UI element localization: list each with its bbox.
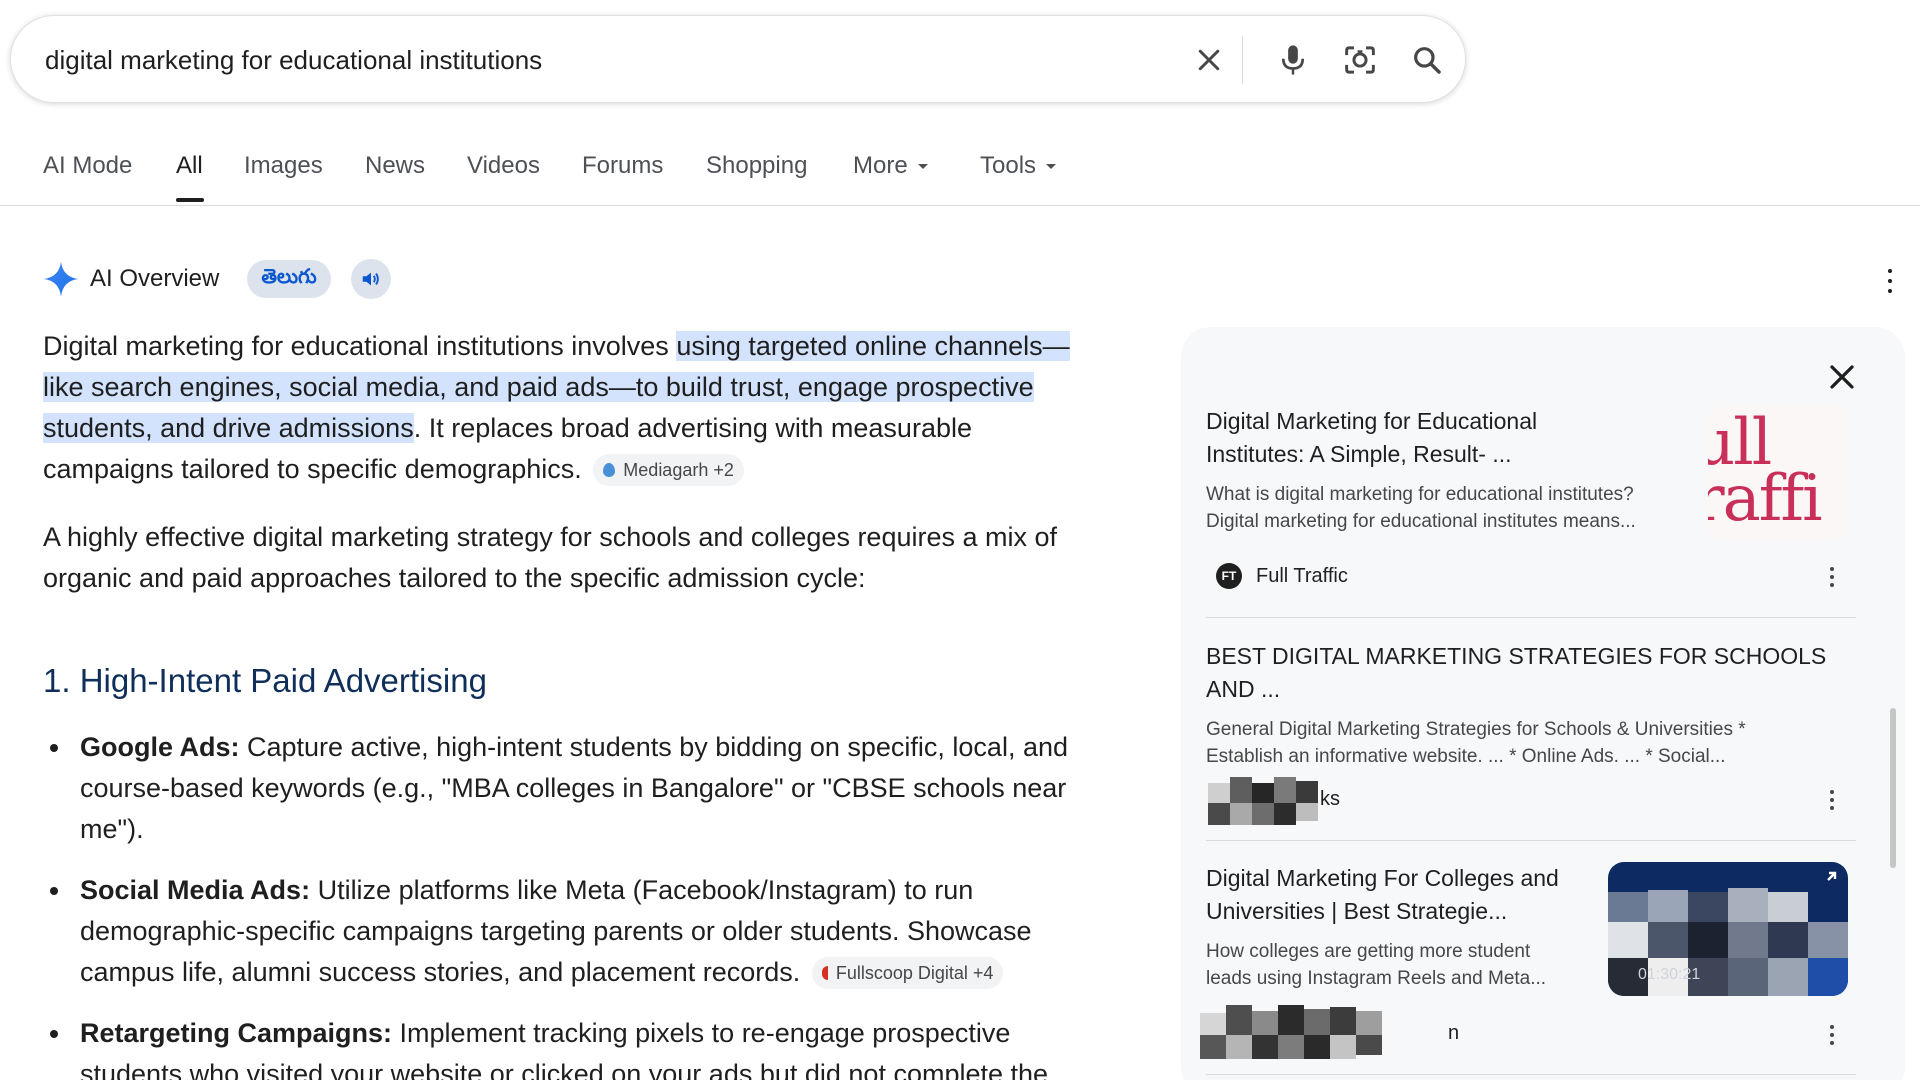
- overview-paragraph-2: A highly effective digital marketing str…: [43, 522, 1058, 593]
- source-card[interactable]: BEST DIGITAL MARKETING STRATEGIES FOR SC…: [1206, 640, 1856, 770]
- source-favicon-icon: [821, 966, 828, 980]
- language-chip[interactable]: తెలుగు: [247, 260, 331, 298]
- speaker-icon: [362, 272, 379, 286]
- more-vert-icon-dot: [1830, 798, 1834, 802]
- tab-all[interactable]: All: [176, 152, 203, 180]
- paragraph-lead: Digital marketing for educational instit…: [43, 331, 677, 361]
- more-vert-icon-dot: [1888, 279, 1892, 283]
- source-name: ks: [1320, 788, 1340, 810]
- tab-more[interactable]: More: [853, 152, 928, 180]
- search-bar: digital marketing for educational instit…: [10, 15, 1466, 103]
- overview-paragraph-1: Digital marketing for educational instit…: [43, 326, 1103, 490]
- expand-icon: [1827, 871, 1837, 881]
- list-item-label: Retargeting Campaigns:: [80, 1018, 393, 1048]
- card-divider: [1206, 617, 1856, 618]
- citation-label: Fullscoop Digital +4: [835, 963, 994, 983]
- source-attribution[interactable]: FT Full Traffic: [1216, 563, 1348, 589]
- clear-search-button[interactable]: [1187, 38, 1231, 82]
- tab-images[interactable]: Images: [244, 152, 323, 180]
- more-vert-icon-dot: [1830, 1033, 1834, 1037]
- listen-button[interactable]: [350, 259, 391, 299]
- source-title[interactable]: Digital Marketing for Educational Instit…: [1206, 405, 1606, 471]
- citation-chip[interactable]: Fullscoop Digital +4: [811, 957, 1004, 989]
- citation-chip[interactable]: Mediagarh +2: [593, 454, 744, 486]
- active-tab-indicator: [176, 198, 204, 202]
- thumbnail-logo-text: ull raffi: [1708, 406, 1823, 536]
- card-divider: [1206, 840, 1856, 841]
- source-options-button[interactable]: [1820, 1022, 1844, 1048]
- tab-videos[interactable]: Videos: [467, 152, 540, 180]
- list-item-label: Google Ads:: [80, 732, 240, 762]
- close-panel-button[interactable]: [1820, 355, 1864, 399]
- more-vert-icon-dot: [1830, 583, 1834, 587]
- source-title[interactable]: Digital Marketing For Colleges and Unive…: [1206, 862, 1586, 928]
- source-options-button[interactable]: [1820, 787, 1844, 813]
- search-button[interactable]: [1405, 38, 1449, 82]
- tab-news[interactable]: News: [365, 152, 425, 180]
- image-search-button[interactable]: [1338, 38, 1382, 82]
- search-input[interactable]: digital marketing for educational instit…: [45, 16, 542, 104]
- source-options-button[interactable]: [1820, 564, 1844, 590]
- ai-overview-body: Digital marketing for educational instit…: [43, 326, 1103, 1080]
- blurred-source-logo: [1190, 1005, 1470, 1063]
- chevron-down-icon: [917, 164, 928, 170]
- tab-shopping[interactable]: Shopping: [706, 152, 807, 180]
- list-item-label: Social Media Ads:: [80, 875, 311, 905]
- search-tabs: AI Mode All Images News Videos Forums Sh…: [0, 140, 1920, 206]
- tab-tools[interactable]: Tools: [980, 152, 1057, 180]
- more-vert-icon: [1830, 1025, 1834, 1029]
- tab-tools-label: Tools: [980, 152, 1037, 179]
- ai-overview-header: AI Overview తెలుగు: [42, 258, 391, 300]
- citation-label: Mediagarh +2: [623, 460, 734, 480]
- source-snippet: General Digital Marketing Strategies for…: [1206, 719, 1746, 767]
- more-vert-icon-dot: [1830, 806, 1834, 810]
- more-vert-icon: [1830, 567, 1834, 571]
- more-options-button[interactable]: [1878, 266, 1902, 296]
- list-item: Retargeting Campaigns: Implement trackin…: [43, 1013, 1103, 1080]
- voice-search-button[interactable]: [1271, 38, 1315, 82]
- camera-lens-icon: [1345, 46, 1375, 74]
- tab-forums[interactable]: Forums: [582, 152, 663, 180]
- more-vert-icon-dot: [1830, 575, 1834, 579]
- source-snippet: What is digital marketing for educationa…: [1206, 484, 1636, 532]
- source-attribution[interactable]: ks: [1320, 788, 1340, 811]
- chevron-down-icon: [1046, 164, 1057, 170]
- search-icon: [1414, 47, 1441, 74]
- panel-scrollbar[interactable]: [1890, 708, 1896, 868]
- source-snippet: How colleges are getting more student le…: [1206, 941, 1547, 989]
- list-item: Google Ads: Capture active, high-intent …: [43, 727, 1103, 850]
- close-icon: [1198, 49, 1220, 71]
- microphone-icon: [1281, 45, 1305, 75]
- card-divider: [1206, 1074, 1856, 1075]
- source-favicon-icon: [603, 463, 616, 477]
- source-name: Full Traffic: [1256, 564, 1348, 587]
- more-vert-icon-dot: [1830, 1041, 1834, 1045]
- source-name: n: [1448, 1022, 1460, 1044]
- source-thumbnail[interactable]: ull raffi: [1708, 405, 1846, 541]
- source-attribution[interactable]: n: [1448, 1022, 1459, 1045]
- close-icon: [1830, 365, 1854, 389]
- more-vert-icon-dot: [1888, 289, 1892, 293]
- search-divider: [1242, 36, 1243, 84]
- source-title[interactable]: BEST DIGITAL MARKETING STRATEGIES FOR SC…: [1206, 640, 1846, 706]
- ai-overview-title: AI Overview: [90, 265, 220, 292]
- tab-ai-mode[interactable]: AI Mode: [43, 152, 132, 180]
- more-vert-icon: [1830, 790, 1834, 794]
- more-vert-icon: [1888, 269, 1892, 273]
- tab-more-label: More: [853, 152, 908, 179]
- video-thumbnail[interactable]: 01:30:21: [1608, 862, 1848, 996]
- strategy-list: Google Ads: Capture active, high-intent …: [43, 727, 1103, 1080]
- video-duration: 01:30:21: [1638, 966, 1701, 983]
- list-item: Social Media Ads: Utilize platforms like…: [43, 870, 1103, 993]
- source-logo-icon: FT: [1216, 563, 1242, 589]
- section-heading: 1. High-Intent Paid Advertising: [43, 662, 487, 699]
- sparkle-icon: [43, 261, 79, 297]
